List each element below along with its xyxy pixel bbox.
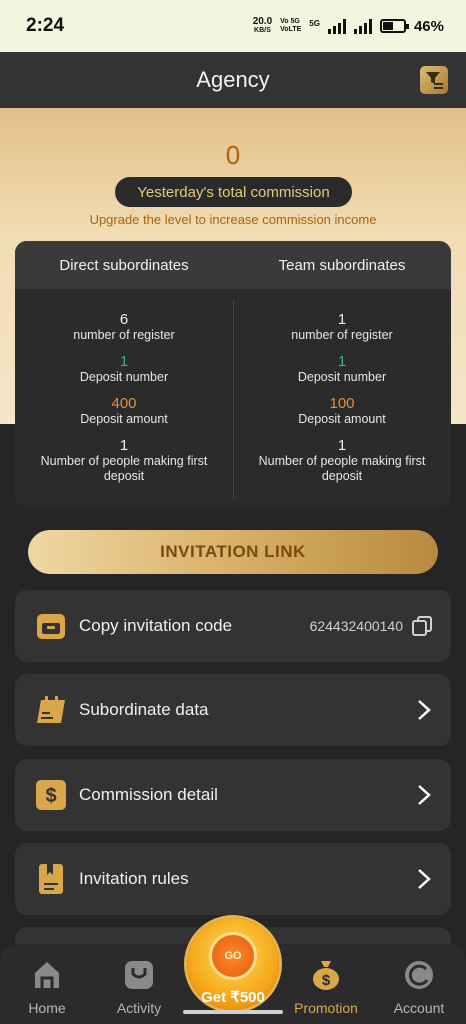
- volte-indicator: Vo 5G VoLTE: [280, 18, 302, 33]
- lucky-wheel-label: Get ₹500: [201, 989, 265, 1006]
- invitation-code: 624432400140: [309, 618, 403, 634]
- nav-activity[interactable]: Activity: [99, 958, 179, 1016]
- subordinates-header: Direct subordinates Team subordinates: [15, 241, 451, 289]
- commission-detail-row[interactable]: $ Commission detail: [15, 759, 451, 831]
- status-bar: 2:24 20.0 KB/S Vo 5G VoLTE 5G 46%: [0, 0, 466, 52]
- first-deposit-count: 1: [337, 437, 347, 454]
- svg-text:$: $: [45, 785, 56, 807]
- deposit-number: 1: [119, 353, 129, 370]
- direct-subordinates-title: Direct subordinates: [59, 256, 189, 274]
- first-deposit-label: Number of people making first deposit: [258, 454, 426, 483]
- chevron-right-icon: [418, 785, 431, 805]
- deposit-number-label: Deposit number: [297, 370, 387, 384]
- deposit-number: 1: [337, 353, 347, 370]
- deposit-number-label: Deposit number: [79, 370, 169, 384]
- upgrade-hint: Upgrade the level to increase commission…: [89, 212, 377, 227]
- subordinate-data-row[interactable]: Subordinate data: [15, 674, 451, 746]
- home-indicator: [183, 1010, 283, 1014]
- home-icon: [35, 962, 59, 988]
- document-icon: [39, 864, 63, 894]
- deposit-amount-label: Deposit amount: [298, 412, 386, 426]
- deposit-amount: 400: [111, 395, 137, 412]
- invitation-link-button[interactable]: INVITATION LINK: [28, 530, 438, 574]
- network-type: 5G: [309, 19, 320, 28]
- activity-icon: [125, 961, 153, 989]
- battery-icon: [379, 19, 409, 33]
- register-count: 6: [119, 311, 129, 328]
- money-bag-icon: $: [313, 961, 339, 990]
- copy-invitation-code-label: Copy invitation code: [79, 616, 233, 635]
- nav-account[interactable]: Account: [379, 958, 459, 1016]
- app-header: Agency: [0, 52, 466, 108]
- nav-promotion[interactable]: $ Promotion: [286, 958, 366, 1016]
- nav-promotion-label: Promotion: [294, 1000, 358, 1016]
- page-title: Agency: [196, 67, 270, 92]
- battery-level: 46%: [413, 17, 444, 35]
- register-label: number of register: [291, 328, 393, 342]
- deposit-amount-label: Deposit amount: [80, 412, 168, 426]
- chevron-right-icon: [418, 869, 431, 889]
- copy-icon[interactable]: [411, 615, 433, 637]
- commission-detail-label: Commission detail: [79, 785, 218, 804]
- signal-icon: [353, 18, 372, 34]
- commission-amount: 0: [225, 140, 241, 170]
- subordinates-card: Direct subordinates Team subordinates 6n…: [15, 241, 451, 507]
- commission-pill: Yesterday's total commission: [115, 177, 352, 207]
- signal-icon: [327, 18, 346, 34]
- status-indicators: 20.0 KB/S Vo 5G VoLTE 5G 46%: [253, 17, 444, 35]
- invitation-rules-row[interactable]: Invitation rules: [15, 843, 451, 915]
- nav-home-label: Home: [28, 1000, 66, 1016]
- status-time: 2:24: [26, 15, 65, 36]
- account-icon: [405, 961, 433, 989]
- calendar-icon: [37, 696, 65, 723]
- invitation-rules-label: Invitation rules: [79, 869, 189, 888]
- team-subordinates-title: Team subordinates: [278, 256, 406, 274]
- dollar-icon: $: [36, 780, 66, 810]
- inbox-icon: [37, 614, 65, 639]
- first-deposit-count: 1: [119, 437, 129, 454]
- deposit-amount: 100: [329, 395, 355, 412]
- first-deposit-label: Number of people making first deposit: [40, 454, 208, 483]
- go-badge: GO: [209, 932, 257, 980]
- copy-invitation-code-row[interactable]: Copy invitation code 624432400140: [15, 590, 451, 662]
- svg-text:$: $: [322, 972, 331, 989]
- register-count: 1: [337, 311, 347, 328]
- filter-icon: [426, 72, 443, 89]
- nav-activity-label: Activity: [116, 1000, 162, 1016]
- chevron-right-icon: [418, 700, 431, 720]
- register-label: number of register: [73, 328, 175, 342]
- subordinate-data-label: Subordinate data: [79, 700, 209, 719]
- net-speed: 20.0 KB/S: [252, 16, 273, 35]
- nav-account-label: Account: [393, 1000, 445, 1016]
- nav-home[interactable]: Home: [7, 958, 87, 1016]
- filter-button[interactable]: [420, 66, 448, 94]
- direct-stats: 6 number of register 1 Deposit number 400 D…: [15, 289, 233, 507]
- team-stats: 1 number of register 1 Deposit number 100 D…: [233, 289, 451, 507]
